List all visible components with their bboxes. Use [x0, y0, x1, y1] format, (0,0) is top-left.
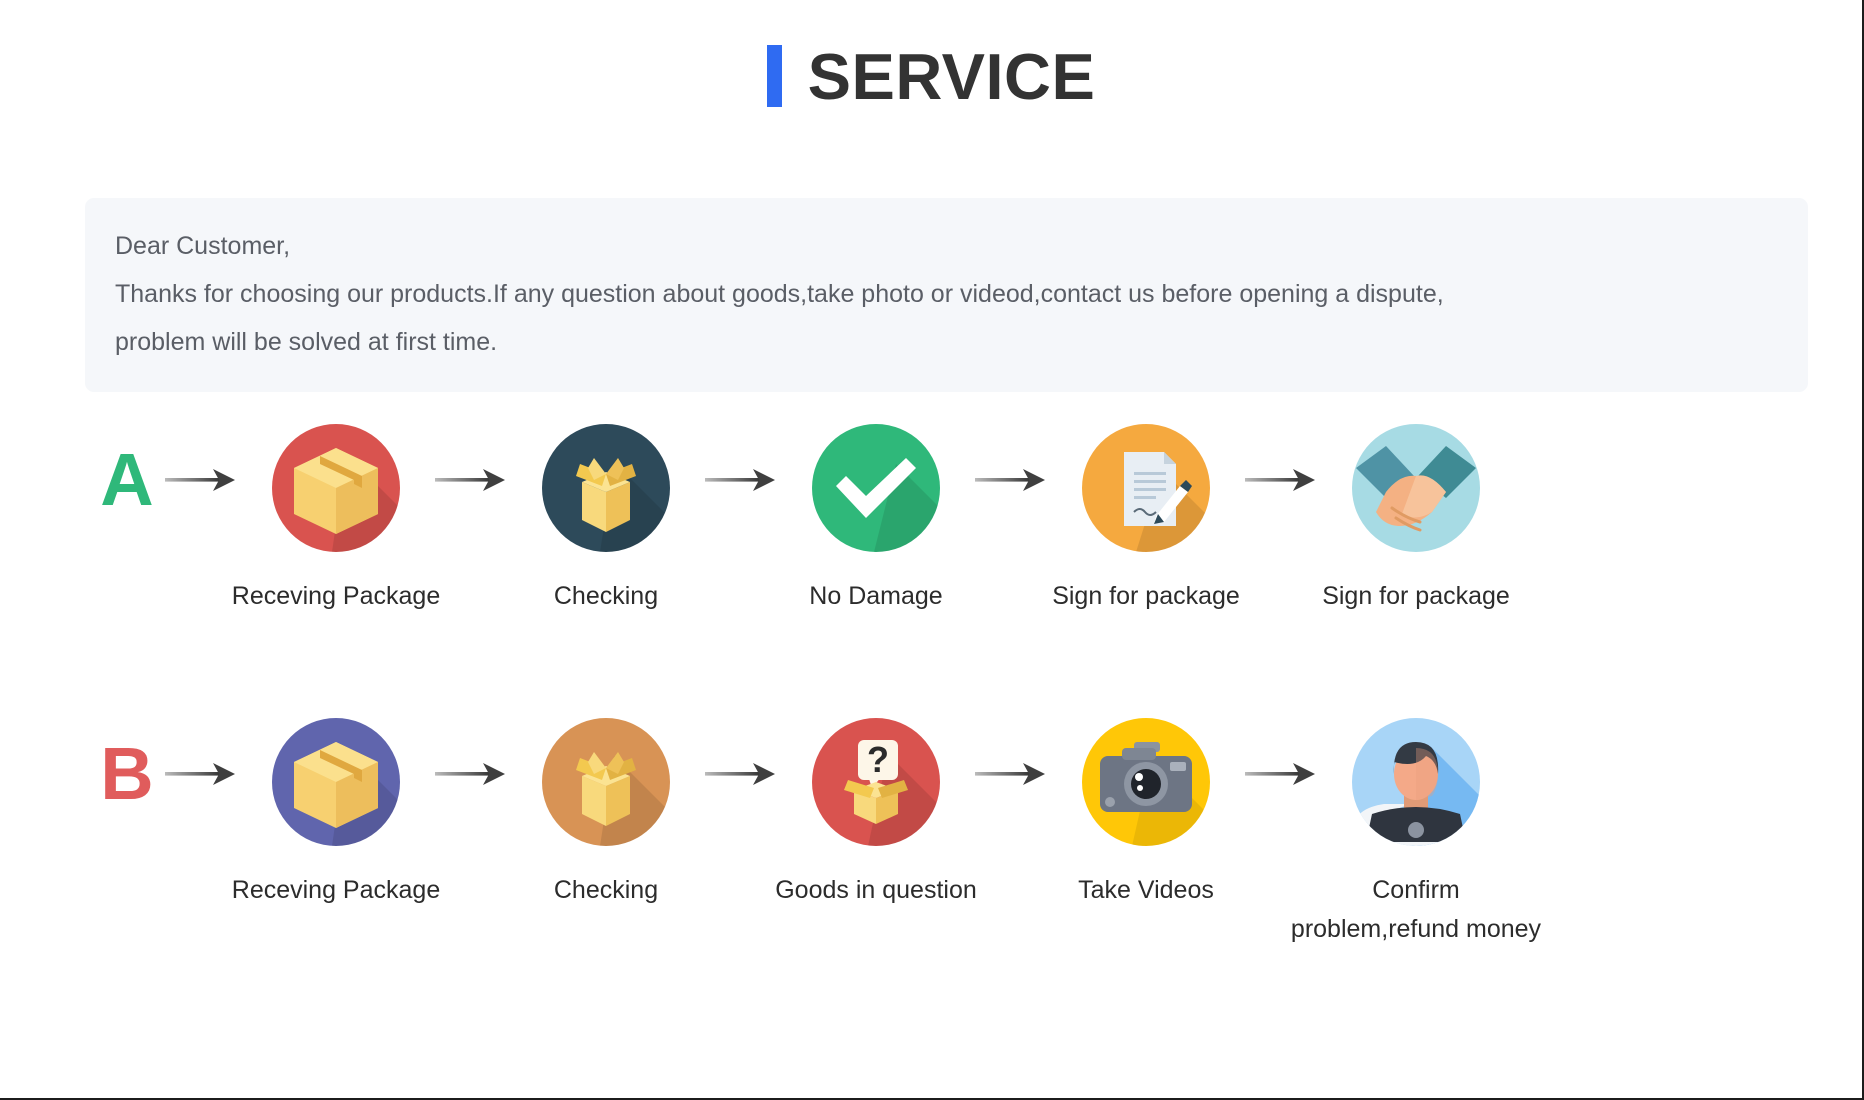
flow-step-label: Goods in question	[775, 876, 977, 904]
flow-step-label: No Damage	[809, 582, 943, 610]
notice-line-2: Thanks for choosing our products.If any …	[115, 280, 1444, 308]
flow-letter-b: B	[100, 732, 154, 815]
arrow-right-icon	[1238, 424, 1324, 536]
flow-step: Take Videos	[1054, 718, 1238, 910]
flow-step: Receving Package	[232, 424, 440, 616]
page-title: SERVICE	[0, 0, 1862, 110]
flow-row-b: B Receving Package Checking ? Goods in q…	[0, 718, 1862, 949]
flow-step: Receving Package	[232, 718, 440, 910]
flow-step: Checking	[514, 424, 698, 616]
arrow-right-icon	[158, 718, 244, 830]
flow-row-a: A Receving Package Checking No Damage Si…	[0, 424, 1862, 616]
service-page: SERVICE Dear Customer, Thanks for choosi…	[0, 0, 1864, 1100]
arrow-right-icon	[968, 718, 1054, 830]
arrow-right-icon	[698, 424, 784, 536]
flow-step-label: Receving Package	[231, 876, 441, 904]
svg-text:?: ?	[867, 739, 889, 780]
arrow-right-icon	[428, 424, 514, 536]
customer-notice-box: Dear Customer, Thanks for choosing our p…	[85, 198, 1808, 392]
sealed-package-icon	[272, 424, 400, 552]
flow-step: Sign for package	[1322, 424, 1510, 616]
notice-line-1: Dear Customer,	[115, 232, 291, 260]
flow-step: ? Goods in question	[775, 718, 977, 910]
question-box-icon: ?	[812, 718, 940, 846]
open-box-icon	[542, 424, 670, 552]
flow-step-label: Checking	[553, 876, 659, 904]
title-text: SERVICE	[807, 39, 1096, 113]
flow-step-label: Receving Package	[231, 582, 441, 610]
flow-letter-a: A	[100, 438, 154, 521]
flow-step: Checking	[514, 718, 698, 910]
flow-step: Sign for package	[1052, 424, 1240, 616]
flow-step-label: Confirm problem,refund money	[1290, 876, 1542, 943]
handshake-icon	[1352, 424, 1480, 552]
arrow-right-icon	[158, 424, 244, 536]
flow-step-label: Take Videos	[1078, 876, 1214, 904]
support-person-icon	[1352, 718, 1480, 846]
open-box-icon	[542, 718, 670, 846]
flow-step-label: Sign for package	[1052, 582, 1240, 610]
camera-icon	[1082, 718, 1210, 846]
document-pen-icon	[1082, 424, 1210, 552]
arrow-right-icon	[1238, 718, 1324, 830]
flow-step: No Damage	[784, 424, 968, 616]
notice-line-3: problem will be solved at first time.	[115, 328, 498, 356]
arrow-right-icon	[698, 718, 784, 830]
flow-step: Confirm problem,refund money	[1291, 718, 1541, 949]
sealed-package-icon	[272, 718, 400, 846]
checkmark-icon	[812, 424, 940, 552]
flow-step-label: Checking	[553, 582, 659, 610]
flow-step-label: Sign for package	[1322, 582, 1510, 610]
arrow-right-icon	[968, 424, 1054, 536]
title-accent-bar	[766, 45, 782, 107]
arrow-right-icon	[428, 718, 514, 830]
